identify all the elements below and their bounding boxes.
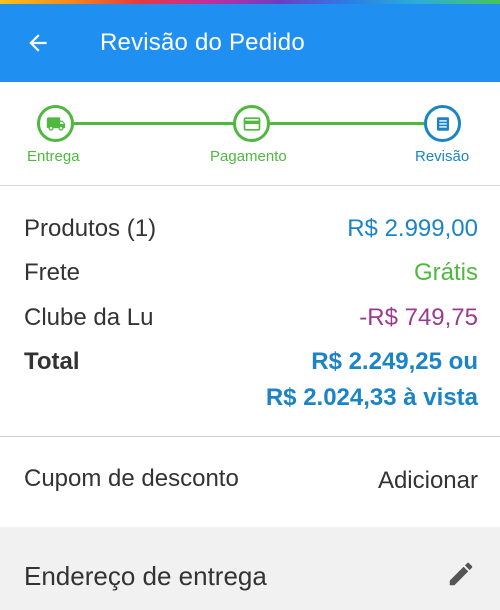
step-entrega (37, 105, 74, 142)
pencil-icon (449, 562, 473, 586)
edit-address-button[interactable] (446, 559, 476, 589)
add-coupon-button[interactable]: Adicionar (378, 467, 478, 495)
delivery-address-section: Endereço de entrega (0, 527, 500, 610)
step-label-entrega: Entrega (27, 148, 80, 165)
address-label: Endereço de entrega (24, 561, 267, 591)
club-discount-value: -R$ 749,75 (359, 304, 478, 331)
page-title: Revisão do Pedido (100, 29, 305, 56)
checkout-stepper: Entrega Pagamento Revisão (0, 82, 500, 186)
coupon-label: Cupom de desconto (24, 465, 239, 492)
step-revisao (424, 105, 461, 142)
app-bar: Revisão do Pedido (0, 4, 500, 82)
shipping-label: Frete (24, 259, 81, 286)
arrow-left-icon (29, 34, 47, 52)
order-summary: Produtos (1) R$ 2.999,00 Frete Grátis Cl… (0, 187, 500, 437)
total-cash-value: R$ 2.024,33 à vista (265, 384, 478, 411)
shipping-value: Grátis (413, 259, 478, 286)
step-connector (270, 122, 424, 125)
products-value: R$ 2.999,00 (347, 215, 478, 242)
step-pagamento (233, 105, 270, 142)
total-label: Total (24, 348, 80, 375)
list-icon (436, 116, 449, 131)
products-label: Produtos (1) (24, 215, 157, 242)
club-label: Clube da Lu (24, 304, 154, 331)
total-value: R$ 2.249,25 ou (311, 348, 478, 375)
step-label-pagamento: Pagamento (210, 148, 287, 165)
back-button[interactable] (0, 4, 76, 82)
credit-card-icon (243, 116, 260, 131)
coupon-row: Cupom de desconto Adicionar (0, 437, 500, 527)
truck-icon (46, 116, 65, 131)
step-label-revisao: Revisão (415, 148, 470, 165)
step-connector (74, 122, 234, 125)
